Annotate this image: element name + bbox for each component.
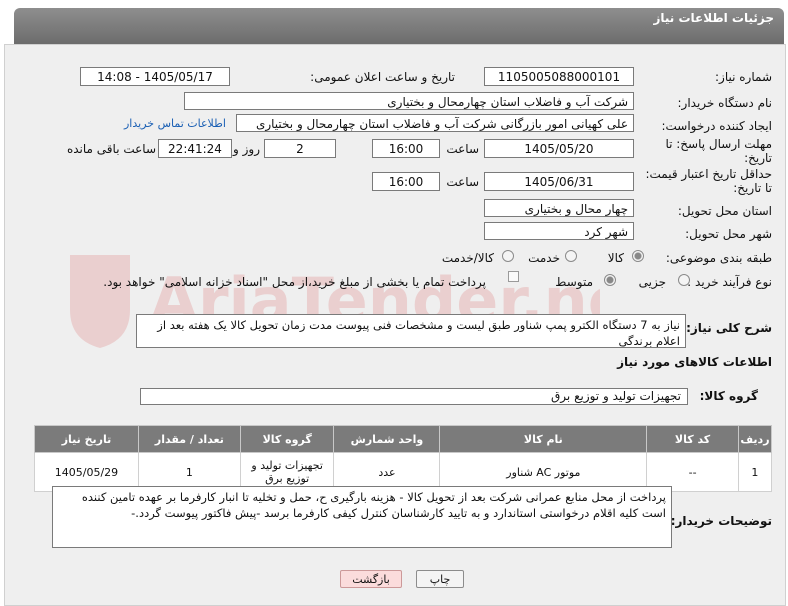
category-both-radio[interactable]: [502, 250, 514, 262]
items-table-header: ردیف کد کالا نام کالا واحد شمارش گروه کا…: [34, 425, 773, 453]
price-time-field: 16:00: [372, 172, 440, 191]
page-title: جزئیات اطلاعات نیاز: [653, 11, 774, 25]
reply-date-field: 1405/05/20: [484, 139, 634, 158]
description-field: نیاز به 7 دستگاه الکترو پمپ شناور طبق لی…: [136, 314, 686, 348]
remaining-time-field: 22:41:24: [158, 139, 232, 158]
items-table: ردیف کد کالا نام کالا واحد شمارش گروه کا…: [34, 425, 773, 492]
goods-group-label: گروه کالا:: [699, 389, 758, 403]
process-minor-label: جزیی: [638, 275, 666, 289]
need-number-label: شماره نیاز:: [715, 70, 772, 84]
print-button[interactable]: چاپ: [416, 570, 464, 588]
col-date: تاریخ نیاز: [34, 425, 139, 453]
items-section-title: اطلاعات کالاهای مورد نیاز: [617, 355, 772, 369]
col-qty: تعداد / مقدار: [137, 425, 241, 453]
buyer-contact-link[interactable]: اطلاعات تماس خریدار: [124, 117, 226, 130]
requester-label: ایجاد کننده درخواست:: [661, 119, 772, 133]
price-date-field: 1405/06/31: [484, 172, 634, 191]
province-label: استان محل تحویل:: [677, 204, 772, 218]
cell-row: 1: [737, 452, 773, 492]
process-minor-radio[interactable]: [678, 274, 690, 286]
col-group: گروه کالا: [239, 425, 335, 453]
province-field: چهار محال و بختیاری: [484, 199, 634, 217]
process-label: نوع فرآیند خرید :: [687, 275, 772, 289]
reply-time-field: 16:00: [372, 139, 440, 158]
reply-time-label: ساعت: [446, 142, 479, 156]
price-deadline-label: حداقل تاریخ اعتبار قیمت:: [645, 167, 772, 181]
buyer-notes-field: پرداخت از محل منابع عمرانی شرکت بعد از ت…: [52, 486, 672, 548]
col-code: کد کالا: [646, 425, 739, 453]
reply-deadline-label: مهلت ارسال پاسخ: تا: [665, 137, 772, 151]
col-row: ردیف: [737, 425, 773, 453]
buyer-org-label: نام دستگاه خریدار:: [677, 96, 773, 110]
treasury-payment-checkbox[interactable]: [508, 271, 519, 282]
col-unit: واحد شمارش: [333, 425, 441, 453]
process-medium-label: متوسط: [555, 275, 593, 289]
requester-field: علی کهیانی امور بازرگانی شرکت آب و فاضلا…: [236, 114, 634, 132]
watermark-shield-icon: [70, 255, 130, 348]
reply-days-field: 2: [264, 139, 336, 158]
category-goods-label: کالا: [607, 251, 624, 265]
announce-datetime-label: تاریخ و ساعت اعلان عمومی:: [310, 70, 455, 84]
city-field: شهر کرد: [484, 222, 634, 240]
buyer-org-field: شرکت آب و فاضلاب استان چهارمحال و بختیار…: [184, 92, 634, 110]
reply-deadline-label-2: تاریخ:: [744, 151, 772, 165]
back-button[interactable]: بازگشت: [340, 570, 402, 588]
col-name: نام کالا: [439, 425, 648, 453]
description-label: شرح کلی نیاز:: [686, 321, 772, 335]
category-both-label: کالا/خدمت: [441, 251, 494, 265]
process-medium-radio[interactable]: [604, 274, 616, 286]
need-number-field: 1105005088000101: [484, 67, 634, 86]
category-service-label: خدمت: [528, 251, 560, 265]
price-time-label: ساعت: [446, 175, 479, 189]
category-label: طبقه بندی موضوعی:: [665, 251, 772, 265]
goods-group-field: تجهیزات تولید و توزیع برق: [140, 388, 688, 405]
city-label: شهر محل تحویل:: [685, 227, 772, 241]
category-service-radio[interactable]: [565, 250, 577, 262]
buyer-notes-label: توضیحات خریدار:: [670, 514, 772, 528]
category-goods-radio[interactable]: [632, 250, 644, 262]
reply-days-label: روز و: [233, 142, 260, 156]
announce-datetime-field: 1405/05/17 - 14:08: [80, 67, 230, 86]
remaining-time-label: ساعت باقی مانده: [66, 142, 156, 156]
price-deadline-label-2: تا تاریخ:: [733, 181, 772, 195]
treasury-payment-note: پرداخت تمام یا بخشی از مبلغ خرید،از محل …: [103, 275, 486, 289]
